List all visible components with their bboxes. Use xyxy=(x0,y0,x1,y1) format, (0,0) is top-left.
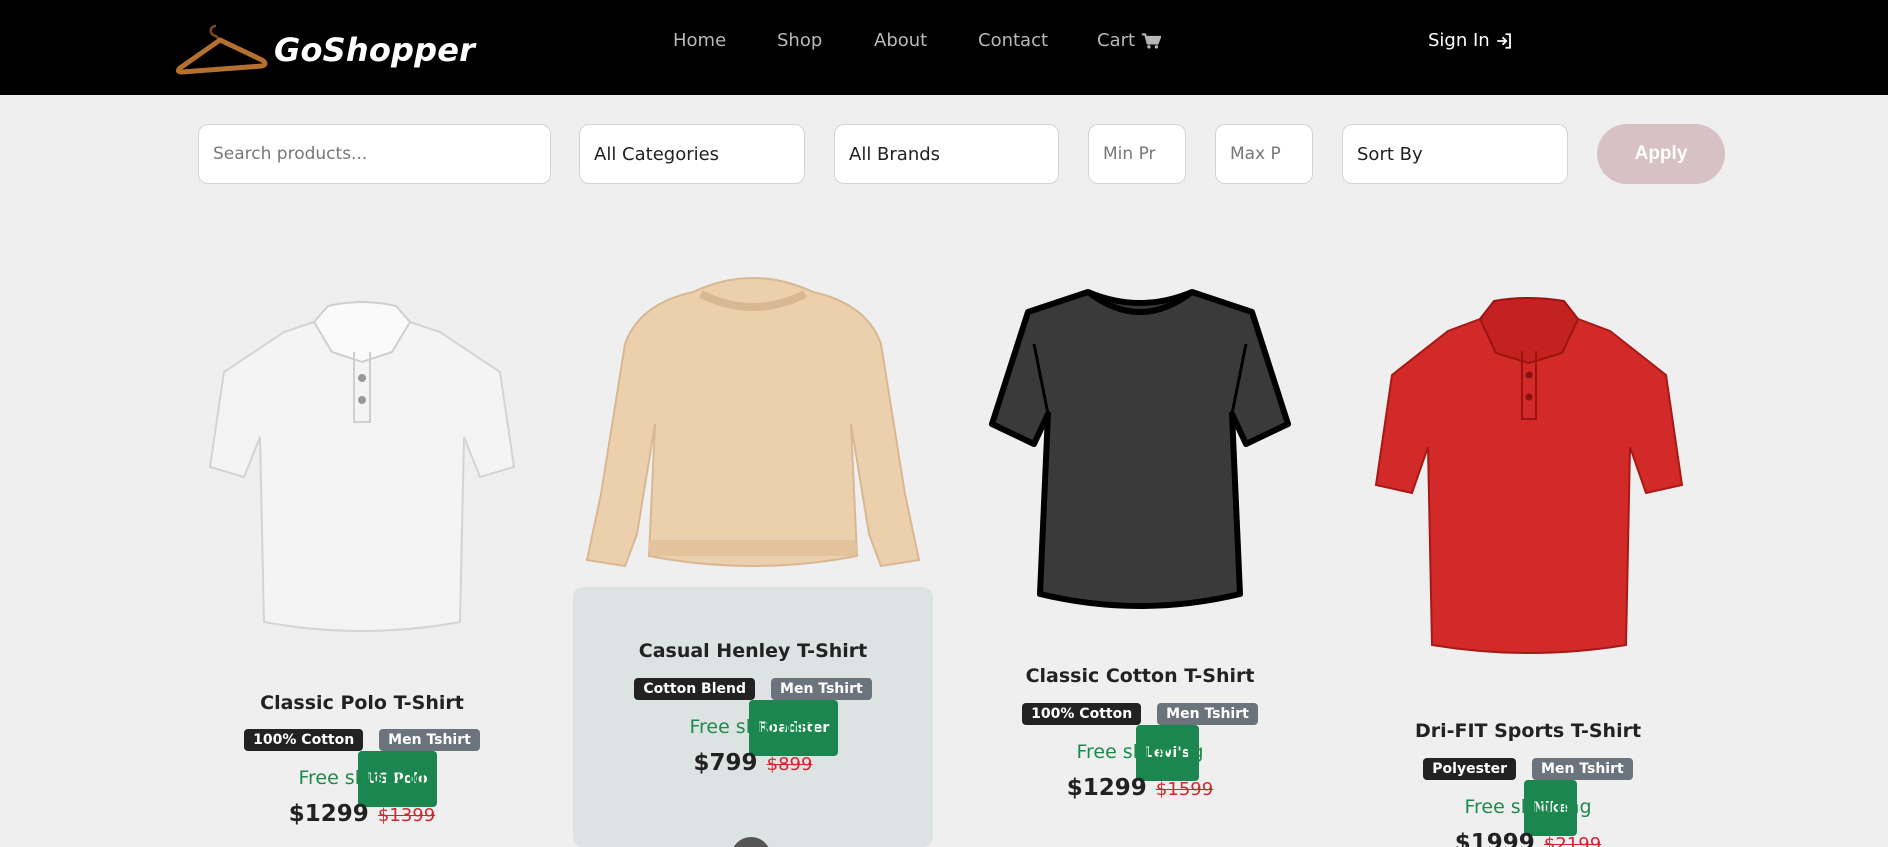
min-price-input[interactable]: Min Pr xyxy=(1088,124,1186,184)
old-price: $2199 xyxy=(1543,834,1602,847)
product-badges: Roadster Cotton Blend Men Tshirt xyxy=(573,678,933,756)
product-title[interactable]: Casual Henley T-Shirt xyxy=(573,640,933,662)
fabric-badge: 100% Cotton xyxy=(244,729,364,751)
price: $799 xyxy=(693,750,758,776)
shipping-label: Free shipping xyxy=(298,767,426,789)
fabric-badge: Cotton Blend xyxy=(634,678,756,700)
type-badge: Men Tshirt xyxy=(379,729,480,751)
apply-button[interactable]: Apply xyxy=(1597,124,1725,184)
type-badge: Men Tshirt xyxy=(1157,703,1258,725)
type-badge: Men Tshirt xyxy=(1532,758,1633,780)
product-badges: US Polo 100% Cotton Men Tshirt xyxy=(182,729,542,807)
product-card[interactable]: Classic Cotton T-Shirt Levi's 100% Cotto… xyxy=(960,270,1320,847)
product-card[interactable]: Casual Henley T-Shirt Roadster Cotton Bl… xyxy=(573,250,933,847)
cart-icon xyxy=(1141,32,1162,48)
nav-cart-label: Cart xyxy=(1097,30,1136,51)
type-badge: Men Tshirt xyxy=(771,678,872,700)
product-title[interactable]: Dri-FIT Sports T-Shirt xyxy=(1348,720,1708,742)
max-price-input[interactable]: Max P xyxy=(1215,124,1313,184)
product-title[interactable]: Classic Polo T-Shirt xyxy=(182,692,542,714)
category-select[interactable]: All Categories xyxy=(579,124,805,184)
old-price: $899 xyxy=(766,754,813,775)
nav-about[interactable]: About xyxy=(874,30,927,51)
price-row: $799 $899 xyxy=(573,750,933,776)
product-image xyxy=(585,277,921,568)
navbar: GoShopper Home Shop About Contact Cart S… xyxy=(0,0,1888,95)
price: $1999 xyxy=(1454,830,1535,847)
brand-select[interactable]: All Brands xyxy=(834,124,1059,184)
product-image xyxy=(208,301,516,632)
old-price: $1399 xyxy=(377,805,436,826)
price: $1299 xyxy=(1066,775,1147,801)
shipping-label: Free shipping xyxy=(1076,741,1204,763)
product-badges: Nike Polyester Men Tshirt xyxy=(1348,758,1708,836)
old-price: $1599 xyxy=(1155,779,1214,800)
price-row: $1999 $2199 xyxy=(1348,830,1708,847)
sign-in-icon xyxy=(1496,32,1511,49)
product-image xyxy=(1374,297,1684,654)
signin-label: Sign In xyxy=(1428,30,1490,51)
nav-home[interactable]: Home xyxy=(673,30,726,51)
shipping-label: Free shipping xyxy=(689,716,817,738)
brand-name: GoShopper xyxy=(274,31,476,69)
sort-select[interactable]: Sort By xyxy=(1342,124,1568,184)
product-image xyxy=(989,289,1291,609)
product-title[interactable]: Classic Cotton T-Shirt xyxy=(960,665,1320,687)
nav-shop[interactable]: Shop xyxy=(777,30,822,51)
price-row: $1299 $1599 xyxy=(960,775,1320,801)
nav-cart[interactable]: Cart xyxy=(1097,30,1162,51)
price: $1299 xyxy=(288,801,369,827)
price-row: $1299 $1399 xyxy=(182,801,542,827)
hanger-icon xyxy=(176,24,268,75)
nav-contact[interactable]: Contact xyxy=(978,30,1048,51)
product-card[interactable]: Dri-FIT Sports T-Shirt Nike Polyester Me… xyxy=(1348,275,1708,847)
product-badges: Levi's 100% Cotton Men Tshirt xyxy=(960,703,1320,781)
shipping-label: Free shipping xyxy=(1464,796,1592,818)
signin-link[interactable]: Sign In xyxy=(1428,30,1513,51)
search-input[interactable]: Search products... xyxy=(198,124,551,184)
brand-logo[interactable]: GoShopper xyxy=(176,22,475,78)
product-card[interactable]: Classic Polo T-Shirt US Polo 100% Cotton… xyxy=(182,240,542,847)
fabric-badge: 100% Cotton xyxy=(1022,703,1142,725)
fabric-badge: Polyester xyxy=(1423,758,1517,780)
